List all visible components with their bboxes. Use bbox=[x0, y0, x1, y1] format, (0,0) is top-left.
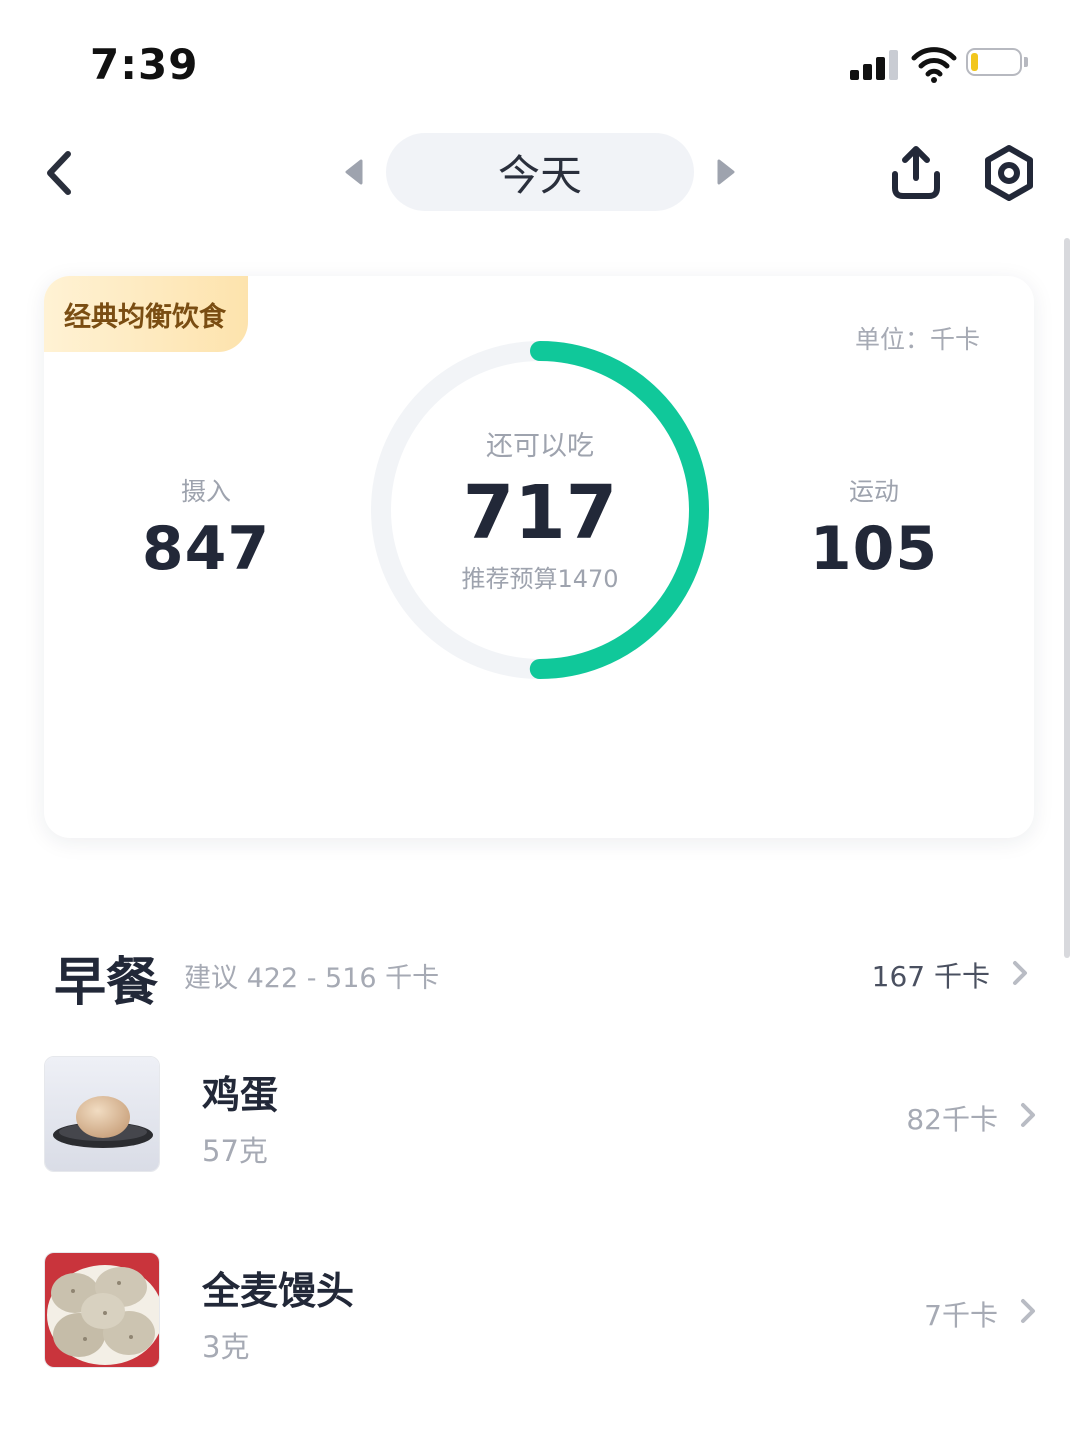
intake-value: 847 bbox=[141, 514, 271, 584]
meal-total-kcal[interactable]: 167 千卡 bbox=[872, 955, 990, 995]
unit-label: 单位：千卡 bbox=[854, 325, 980, 354]
food-name: 全麦馒头 bbox=[202, 1269, 355, 1313]
meal-title: 早餐 bbox=[54, 953, 159, 1013]
food-quantity: 57克 bbox=[202, 1134, 268, 1168]
food-item-egg[interactable]: 鸡蛋 57克 82千卡 bbox=[44, 1056, 1044, 1174]
exercise-label: 运动 bbox=[848, 477, 899, 506]
diet-plan-tag[interactable]: 经典均衡饮食 bbox=[44, 276, 248, 352]
date-selector[interactable]: 今天 bbox=[386, 133, 694, 211]
chevron-right-icon[interactable] bbox=[1018, 1100, 1038, 1130]
status-time: 7:39 bbox=[90, 40, 199, 89]
scrollbar[interactable] bbox=[1064, 238, 1070, 958]
exercise-stat: 运动 105 bbox=[804, 472, 944, 584]
remaining-label: 还可以吃 bbox=[486, 431, 594, 462]
food-item-steamed-bun[interactable]: 全麦馒头 3克 7千卡 bbox=[44, 1252, 1044, 1370]
food-name: 鸡蛋 bbox=[202, 1073, 279, 1117]
food-diary-screen: 7:39 今天 经典均衡饮食 单位：千卡 摄入 847 还可以吃 717 推荐预… bbox=[0, 0, 1080, 1439]
wifi-icon bbox=[911, 47, 957, 83]
battery-icon bbox=[966, 48, 1028, 80]
intake-stat: 摄入 847 bbox=[136, 472, 276, 584]
chevron-right-icon[interactable] bbox=[1010, 958, 1030, 988]
food-kcal: 82千卡 bbox=[906, 1103, 998, 1136]
food-quantity: 3克 bbox=[202, 1330, 250, 1364]
next-day-icon[interactable] bbox=[716, 158, 738, 186]
steamed-bun-photo bbox=[44, 1252, 160, 1368]
egg-photo bbox=[44, 1056, 160, 1172]
date-label: 今天 bbox=[497, 150, 582, 200]
meal-suggestion: 建议 422 - 516 千卡 bbox=[184, 963, 440, 994]
share-icon[interactable] bbox=[886, 144, 946, 202]
cellular-signal-icon bbox=[850, 48, 902, 80]
back-icon[interactable] bbox=[36, 146, 86, 200]
remaining-value: 717 bbox=[462, 470, 618, 556]
settings-icon[interactable] bbox=[980, 144, 1038, 202]
remaining-calories: 还可以吃 717 推荐预算1470 bbox=[370, 424, 710, 594]
chevron-right-icon[interactable] bbox=[1018, 1296, 1038, 1326]
prev-day-icon[interactable] bbox=[342, 158, 364, 186]
intake-label: 摄入 bbox=[180, 477, 231, 506]
budget-text: 推荐预算1470 bbox=[461, 565, 619, 593]
calorie-summary-card: 经典均衡饮食 单位：千卡 摄入 847 还可以吃 717 推荐预算1470 运动… bbox=[44, 276, 1034, 838]
food-kcal: 7千卡 bbox=[924, 1299, 998, 1332]
exercise-value: 105 bbox=[809, 514, 939, 584]
